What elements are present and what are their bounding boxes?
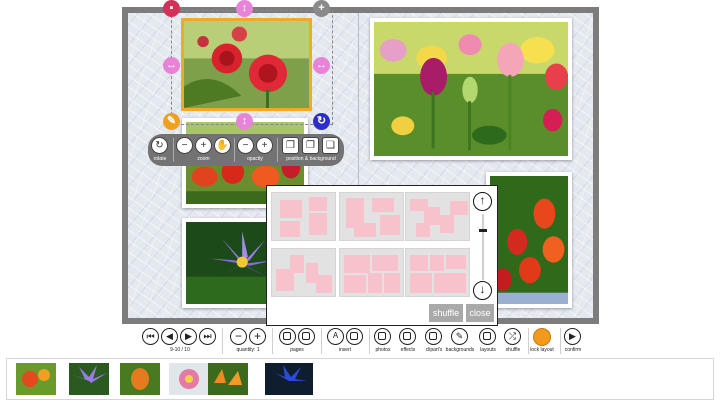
album-editor: ▪ ↕ + ↔ ↔ ✎ ↕ ↻ ↻ rotate − + ✋ zoom − + …	[0, 0, 720, 405]
add-page-icon[interactable]	[298, 328, 315, 345]
layout-option[interactable]	[339, 248, 404, 297]
filmstrip-photo[interactable]	[169, 363, 209, 395]
zoom-in-icon[interactable]: +	[195, 137, 212, 154]
last-page-icon[interactable]: ⏭	[199, 328, 216, 345]
hand-pan-icon[interactable]: ✋	[214, 137, 231, 154]
move-vertical-icon[interactable]: ↕	[236, 0, 253, 17]
photo-tulip-field[interactable]	[370, 18, 572, 160]
photo-filmstrip	[6, 358, 714, 400]
scroll-down-icon[interactable]: ↓	[473, 281, 492, 300]
remove-page-icon[interactable]	[279, 328, 296, 345]
shuffle-label: shuffle	[505, 347, 521, 353]
photos-label: photos	[375, 347, 391, 353]
confirm-label: confirm	[564, 347, 582, 353]
shuffle-layout-button[interactable]: shuffle	[429, 304, 463, 322]
filmstrip-photo[interactable]	[120, 363, 160, 395]
backgrounds-icon[interactable]: ✎	[451, 328, 468, 345]
background-icon[interactable]: ❏	[322, 137, 339, 154]
opacity-label: opacity	[247, 156, 263, 162]
effects-icon[interactable]	[399, 328, 416, 345]
quantity-label: quantity: 1	[236, 347, 260, 353]
zoom-out-icon[interactable]: −	[176, 137, 193, 154]
resize-left-icon[interactable]: ↔	[163, 57, 180, 74]
layouts-icon[interactable]	[479, 328, 496, 345]
rotate-photo-icon[interactable]: ↻	[313, 113, 330, 130]
layout-option[interactable]	[339, 192, 404, 241]
photo-red-tulips[interactable]	[486, 172, 572, 308]
send-back-icon[interactable]: ❐	[282, 137, 299, 154]
layouts-label: layouts	[480, 347, 496, 353]
delete-photo-icon[interactable]: ▪	[163, 0, 180, 17]
layout-picker-popup: ↑ ↓ shuffle close	[266, 185, 498, 326]
backgrounds-label: backgrounds	[445, 347, 475, 353]
scroll-thumb[interactable]	[479, 229, 487, 232]
bottom-toolbar: ⏮ ◀ ▶ ⏭ 9-10 / 10 − + quantity: 1 pages …	[140, 326, 590, 356]
pages-label: pages	[290, 347, 304, 353]
resize-bottom-icon[interactable]: ↕	[236, 113, 253, 130]
toolbar-divider	[234, 138, 235, 162]
opacity-plus-icon[interactable]: +	[256, 137, 273, 154]
scroll-track[interactable]	[482, 214, 484, 280]
insert-label: insert	[338, 347, 352, 353]
toolbar-divider	[272, 328, 273, 354]
filmstrip-photo[interactable]	[265, 363, 313, 395]
add-photo-icon[interactable]: +	[313, 0, 330, 17]
scroll-up-icon[interactable]: ↑	[473, 192, 492, 211]
filmstrip-photo[interactable]	[208, 363, 248, 395]
photos-icon[interactable]	[374, 328, 391, 345]
first-page-icon[interactable]: ⏮	[142, 328, 159, 345]
insert-image-icon[interactable]	[346, 328, 363, 345]
layout-option[interactable]	[271, 248, 336, 297]
toolbar-divider	[321, 328, 322, 354]
position-background-label: position & background	[286, 156, 336, 162]
lock-layout-icon[interactable]	[533, 328, 551, 346]
quantity-minus-icon[interactable]: −	[230, 328, 247, 345]
bring-front-icon[interactable]: ❐	[302, 137, 319, 154]
toolbar-divider	[173, 138, 174, 162]
filmstrip-photo[interactable]	[16, 363, 56, 395]
cliparts-icon[interactable]	[425, 328, 442, 345]
zoom-label: zoom	[197, 156, 210, 162]
layout-option[interactable]	[405, 192, 470, 241]
close-popup-button[interactable]: close	[466, 304, 494, 322]
opacity-minus-icon[interactable]: −	[237, 137, 254, 154]
selected-photo-roses[interactable]	[181, 18, 312, 111]
shuffle-icon[interactable]: ⤮	[504, 328, 521, 345]
confirm-icon[interactable]: ▶	[564, 328, 581, 345]
next-page-icon[interactable]: ▶	[180, 328, 197, 345]
layout-option[interactable]	[405, 248, 470, 297]
page-range-text: 9-10 / 10	[170, 347, 190, 353]
prev-page-icon[interactable]: ◀	[161, 328, 178, 345]
rotate-label: rotate	[153, 156, 167, 162]
filmstrip-photo[interactable]	[69, 363, 109, 395]
quantity-plus-icon[interactable]: +	[249, 328, 266, 345]
insert-text-icon[interactable]: A	[327, 328, 344, 345]
photo-edit-toolbar: ↻ rotate − + ✋ zoom − + opacity ❐ ❐ ❏ po…	[148, 134, 344, 166]
toolbar-divider	[222, 328, 223, 354]
lock-layout-label: lock layout	[530, 347, 554, 353]
resize-right-icon[interactable]: ↔	[313, 57, 330, 74]
effects-label: effects	[400, 347, 416, 353]
rotate-icon[interactable]: ↻	[151, 137, 168, 154]
edit-photo-icon[interactable]: ✎	[163, 113, 180, 130]
layout-option[interactable]	[271, 192, 336, 241]
